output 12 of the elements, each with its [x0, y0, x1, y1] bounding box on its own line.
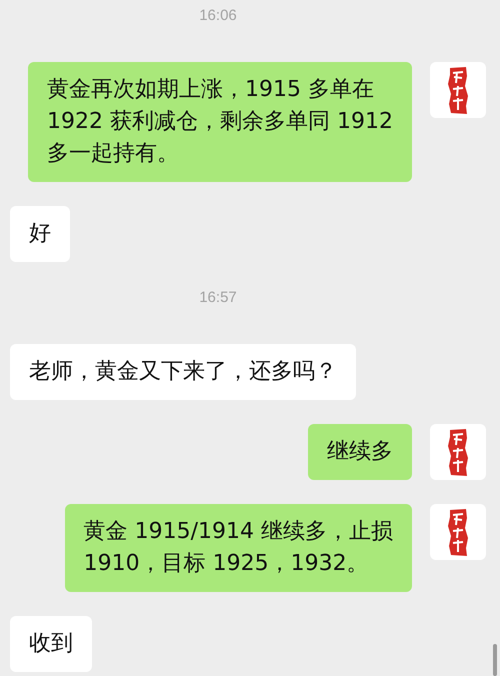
message-bubble: 黄金再次如期上涨，1915 多单在 1922 获利减仓，剩余多单同 1912 多一起持有。	[28, 62, 412, 182]
avatar-icon	[430, 424, 486, 480]
message-bubble: 老师，黄金又下来了，还多吗？	[10, 344, 356, 400]
scrollbar[interactable]	[493, 644, 497, 676]
message-bubble: 好	[10, 206, 70, 262]
avatar-icon	[430, 504, 486, 560]
avatar-icon	[430, 62, 486, 118]
message-bubble: 收到	[10, 616, 92, 672]
timestamp: 16:57	[199, 288, 237, 308]
message-bubble: 黄金 1915/1914 继续多，止损 1910，目标 1925，1932。	[64, 504, 412, 592]
message-bubble: 继续多	[308, 424, 412, 480]
timestamp: 16:06	[199, 6, 237, 26]
